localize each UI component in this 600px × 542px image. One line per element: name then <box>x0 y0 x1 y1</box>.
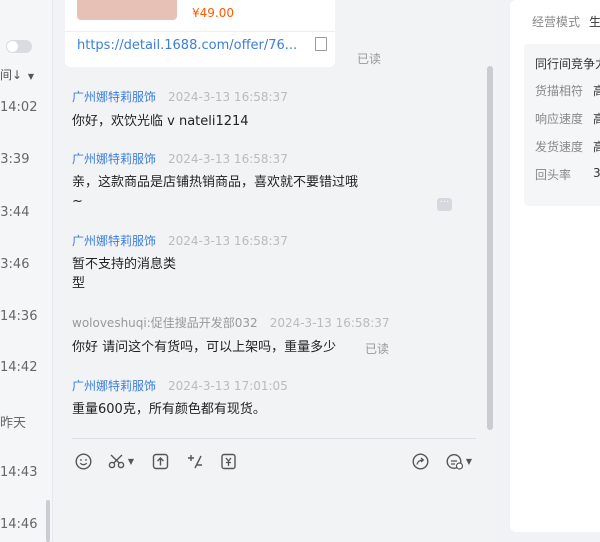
message-sender[interactable]: 广州娜特莉服饰 <box>72 90 156 104</box>
message-time: 2024-3-13 17:01:05 <box>168 379 288 393</box>
message-sender[interactable]: 广州娜特莉服饰 <box>72 152 156 166</box>
message-text: 你好，欢饮光临 v nateli1214 <box>72 114 249 129</box>
competitiveness-title: 同行间竞争力 <box>535 57 600 71</box>
message-sender[interactable]: 广州娜特莉服饰 <box>72 234 156 248</box>
message-header: 广州娜特莉服饰 2024-3-13 16:58:37 <box>72 150 288 167</box>
product-image <box>77 0 177 20</box>
message-time: 2024-3-13 16:58:37 <box>168 234 288 248</box>
product-price: ¥49.00 <box>192 6 234 20</box>
stat-label: 响应速度 <box>535 112 584 126</box>
contact-time[interactable]: 13:46 <box>0 257 29 272</box>
contact-time[interactable]: 14:46 <box>0 517 37 532</box>
message-header: 广州娜特莉服饰 2024-3-13 16:58:37 <box>72 232 288 249</box>
message-header: 广州娜特莉服饰 2024-3-13 17:01:05 <box>72 377 288 394</box>
calculator-icon[interactable] <box>184 451 204 471</box>
upload-icon[interactable] <box>150 451 170 471</box>
scissors-icon <box>108 454 125 469</box>
message-text: 暂不支持的消息类 <box>72 257 177 272</box>
quick-reply-button[interactable]: ▼ <box>443 451 475 471</box>
read-status: 已读 <box>365 342 390 356</box>
stat-value: 高 <box>593 140 600 154</box>
message-text: 型 <box>72 276 86 291</box>
stat-value: 高 <box>593 112 600 126</box>
stat-label: 发货速度 <box>535 140 584 154</box>
divider <box>65 31 335 32</box>
chevron-down-icon: ▼ <box>127 456 135 466</box>
business-mode-label: 经营模式 <box>532 15 581 29</box>
message-text: 重量600克，所有颜色都有现货。 <box>72 402 266 417</box>
contact-time[interactable]: 13:39 <box>0 152 29 167</box>
message-text: ~ <box>72 194 83 209</box>
filter-toggle[interactable] <box>6 40 32 53</box>
message-time: 2024-3-13 16:58:37 <box>168 90 288 104</box>
stat-label: 回头率 <box>535 168 572 182</box>
shop-info-panel: 经营模式 生 同行间竞争力 货描相符 高 响应速度 高 发货速度 高 回头率 3 <box>496 0 600 542</box>
chevron-down-icon: ▼ <box>465 456 473 466</box>
sort-label: 间↓ <box>0 68 23 82</box>
copy-icon[interactable] <box>315 37 327 51</box>
contact-list-scrollbar[interactable] <box>46 500 50 542</box>
contact-time[interactable]: 14:42 <box>0 360 37 375</box>
toolbar-divider <box>72 438 476 439</box>
message-text: 你好 请问这个有货吗，可以上架吗，重量多少 <box>72 340 337 355</box>
order-icon[interactable] <box>218 451 238 471</box>
business-mode-value: 生 <box>589 15 600 29</box>
message-header: 广州娜特莉服饰 2024-3-13 16:58:37 <box>72 88 288 105</box>
contact-time[interactable]: 14:36 <box>0 309 37 324</box>
contact-time[interactable]: 13:44 <box>0 205 29 220</box>
screenshot-button[interactable]: ▼ <box>107 451 135 471</box>
chat-scrollbar[interactable] <box>487 66 493 430</box>
stat-value: 3 <box>593 166 600 180</box>
chat-settings-icon <box>446 453 464 470</box>
sort-dropdown[interactable]: 间↓ ▼ <box>0 66 34 83</box>
emoji-icon[interactable] <box>73 451 93 471</box>
toggle-knob <box>7 41 18 52</box>
message-time: 2024-3-13 16:58:37 <box>168 152 288 166</box>
stat-value: 高 <box>593 84 600 98</box>
contact-list-panel: 间↓ ▼ 14:02 13:39 13:44 13:46 14:36 14:42… <box>0 0 53 542</box>
chat-panel: ¥49.00 https://detail.1688.com/offer/76.… <box>53 0 496 542</box>
chevron-down-icon: ▼ <box>27 72 35 81</box>
message-text: 亲，这款商品是店铺热销商品，喜欢就不要错过哦 <box>72 175 359 190</box>
share-icon[interactable] <box>410 451 430 471</box>
product-card[interactable]: ¥49.00 https://detail.1688.com/offer/76.… <box>65 0 335 67</box>
contact-time[interactable]: 14:43 <box>0 465 37 480</box>
message-sender[interactable]: 广州娜特莉服饰 <box>72 379 156 393</box>
read-status: 已读 <box>357 52 382 66</box>
product-link[interactable]: https://detail.1688.com/offer/76... <box>77 38 297 53</box>
contact-time[interactable]: 昨天 <box>0 412 26 431</box>
message-header: woloveshuqi:促佳搜品开发部032 2024-3-13 16:58:37 <box>72 314 390 331</box>
contact-time[interactable]: 14:02 <box>0 100 37 115</box>
message-sender[interactable]: woloveshuqi:促佳搜品开发部032 <box>72 316 258 330</box>
more-options-icon[interactable]: ··· <box>437 198 452 211</box>
message-time: 2024-3-13 16:58:37 <box>269 316 390 330</box>
stat-label: 货描相符 <box>535 84 584 98</box>
